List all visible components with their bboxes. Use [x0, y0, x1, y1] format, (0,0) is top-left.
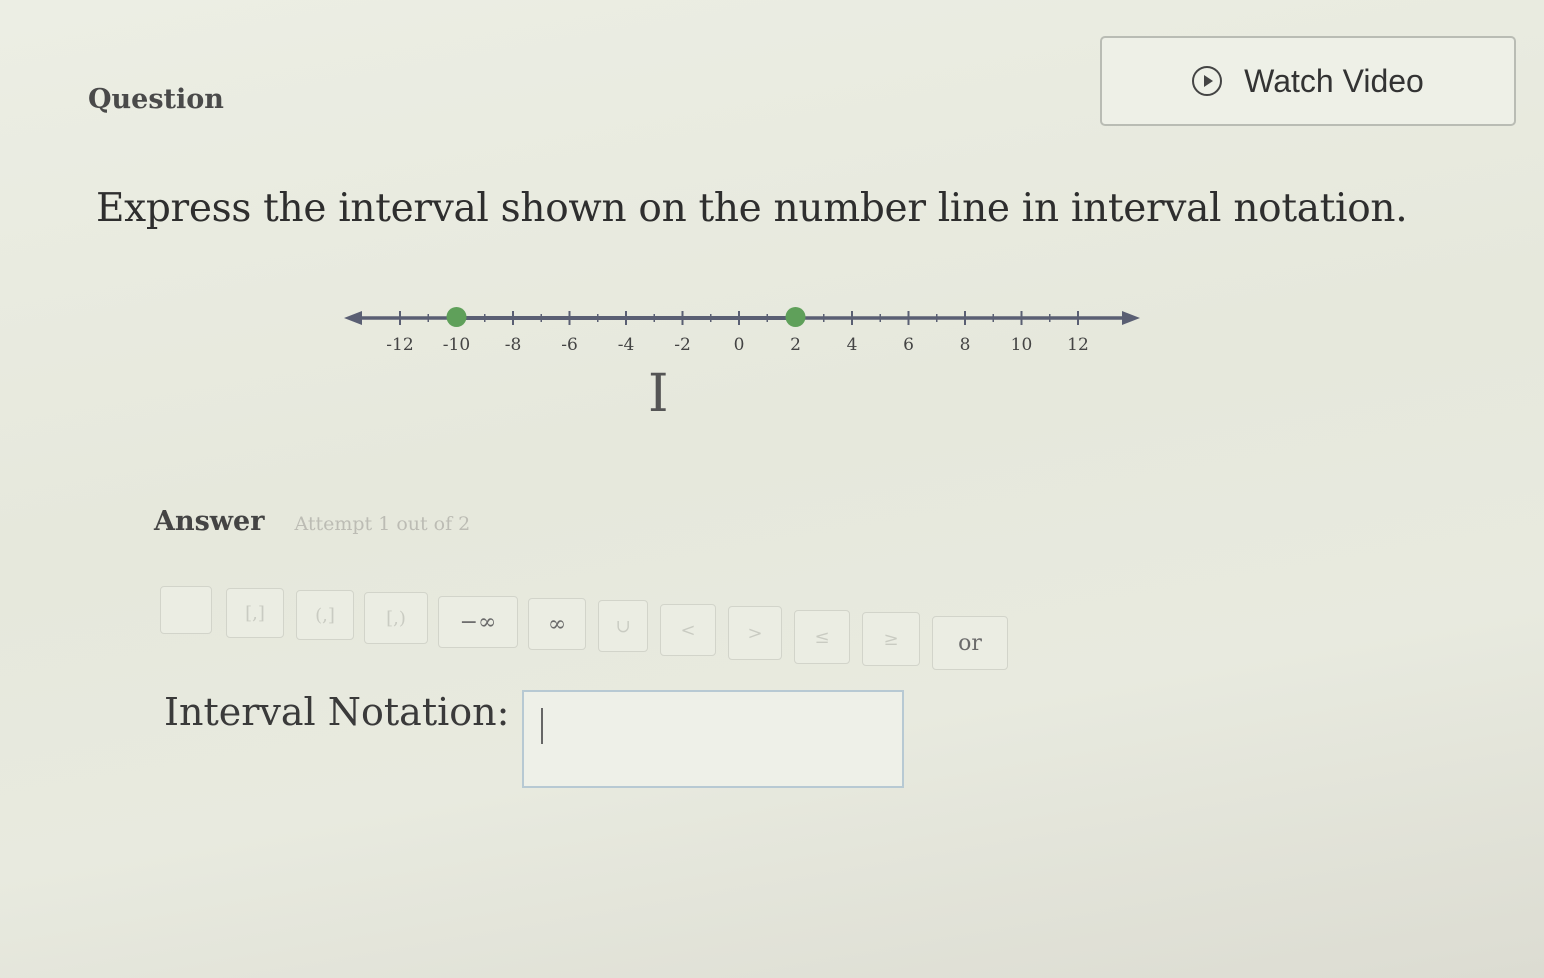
tick-label: 12 [1067, 335, 1089, 355]
question-heading: Question [88, 84, 224, 115]
watch-video-button[interactable]: Watch Video [1100, 36, 1516, 126]
tick-label: -10 [443, 335, 470, 355]
less-equal-button[interactable]: ≤ [794, 610, 850, 664]
tick-label: 4 [847, 335, 858, 355]
tick-label: 10 [1011, 335, 1033, 355]
watch-video-label: Watch Video [1244, 62, 1424, 99]
or-button[interactable]: or [932, 616, 1008, 670]
infinity-button[interactable]: ∞ [528, 598, 586, 650]
number-line: -12 -10 -8 -6 -4 -2 0 2 4 6 8 10 12 [344, 307, 1140, 355]
tick-label: 8 [960, 335, 971, 355]
answer-header: Answer Attempt 1 out of 2 [154, 506, 470, 537]
tick-label: 0 [734, 335, 745, 355]
tick-label: 6 [903, 335, 914, 355]
input-caret [541, 708, 543, 744]
union-button[interactable]: ∪ [598, 600, 648, 652]
tick-label: -2 [674, 335, 691, 355]
closed-endpoint [446, 307, 467, 327]
right-arrow-icon [1122, 311, 1140, 325]
closed-interval-button[interactable]: [,] [226, 588, 284, 638]
answer-label: Answer [154, 506, 265, 537]
less-than-button[interactable]: < [660, 604, 716, 656]
greater-equal-button[interactable]: ≥ [862, 612, 920, 666]
tick-label: -8 [505, 335, 522, 355]
question-page: Question Watch Video Express the interva… [0, 0, 1544, 978]
mouse-text-cursor-icon: I [648, 364, 669, 424]
play-circle-icon [1192, 66, 1223, 96]
half-open-right-button[interactable]: [,) [364, 592, 428, 644]
half-open-left-button[interactable]: (,] [296, 590, 354, 640]
tick-label: -6 [561, 335, 578, 355]
question-prompt: Express the interval shown on the number… [96, 186, 1408, 231]
tick-label: 2 [790, 335, 801, 355]
tick-label: -4 [618, 335, 635, 355]
interval-notation-input[interactable] [522, 690, 904, 788]
attempt-counter: Attempt 1 out of 2 [294, 513, 471, 535]
greater-than-button[interactable]: > [728, 606, 782, 660]
blank-button[interactable] [160, 586, 212, 634]
tick-label: -12 [386, 335, 413, 355]
interval-notation-label: Interval Notation: [164, 690, 510, 734]
negative-infinity-button[interactable]: −∞ [438, 596, 518, 648]
left-arrow-icon [344, 311, 362, 325]
closed-endpoint [785, 307, 806, 327]
